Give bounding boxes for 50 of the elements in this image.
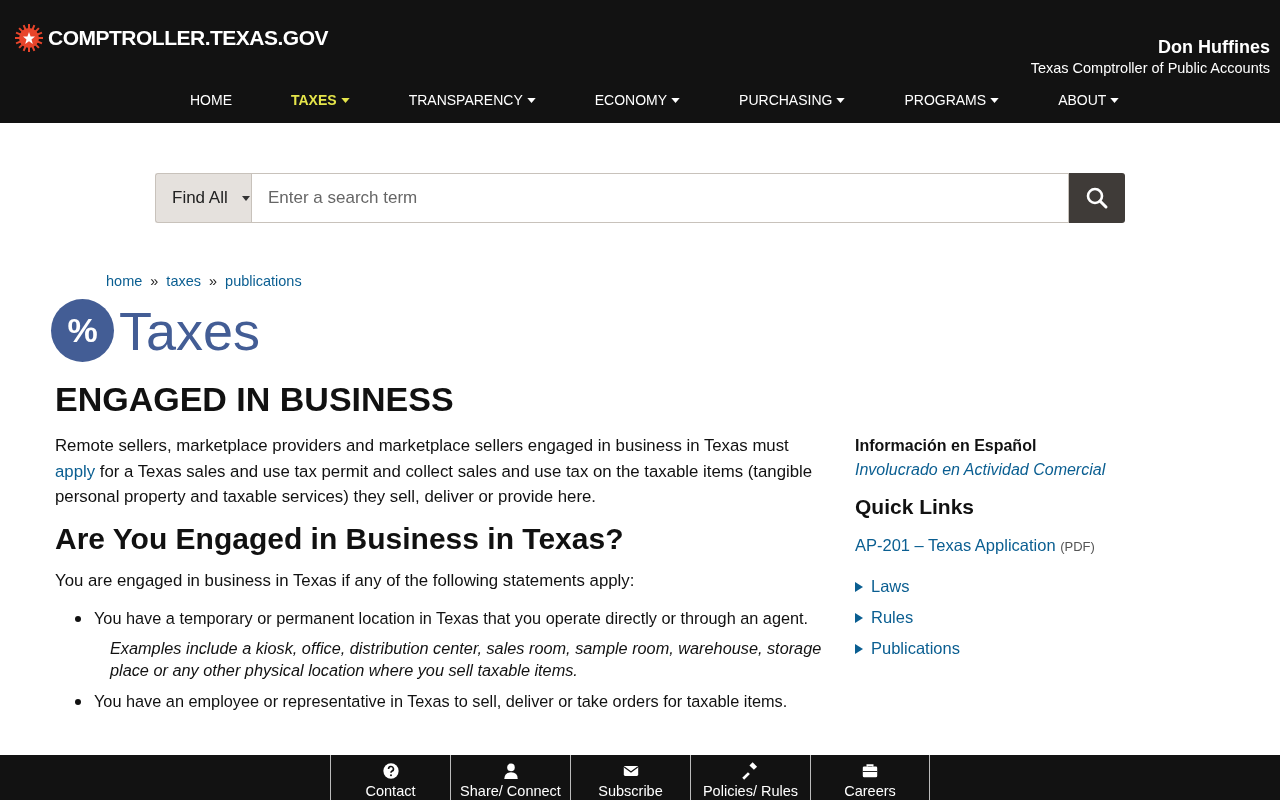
official-name: Don Huffines [1157,37,1270,58]
apply-link[interactable]: apply [55,461,96,481]
footer-link[interactable]: Careers [810,755,930,800]
section-heading: Are You Engaged in Business in Texas? [55,521,625,556]
percent-icon: % [51,299,114,362]
quick-links-heading: Quick Links [855,495,975,519]
example-text: Examples include a kiosk, office, distribution center, sales room, sample room, warehouse, storage place or any other physical location where you sell taxable items. [110,638,823,681]
nav-link[interactable]: TAXES [291,92,350,108]
gavel-icon [741,762,760,780]
site-logo[interactable]: COMPTROLLER.TEXAS.GOV [14,23,328,53]
footer-link[interactable]: Policies/ Rules [690,755,810,800]
spanish-link[interactable]: Involucrado en Actividad Comercial [855,461,1106,479]
page-heading: ENGAGED IN BUSINESS [55,380,455,419]
breadcrumb-link[interactable]: publications [225,273,302,289]
caret-icon [241,195,250,201]
expander-link[interactable]: Laws [855,577,910,596]
search-icon [1085,186,1109,210]
bullet-icon [75,699,81,705]
briefcase-icon [861,762,879,780]
footer-link[interactable]: Share/ Connect [450,755,570,800]
expander-link[interactable]: Rules [855,608,914,627]
breadcrumb-link[interactable]: home [106,273,143,289]
intro-paragraph: Remote sellers, marketplace providers and marketplace sellers engaged in business in Texas must apply for a Texas sales and use tax permit and collect sales and use tax on the taxable items (tangible personal property and taxable services) they sell, deliver or provide here. [55,435,814,508]
breadcrumb-separator: » [209,273,218,289]
bullet-icon [75,616,81,622]
footer-link[interactable]: Subscribe [570,755,690,800]
section-title: Taxes [119,299,261,362]
person-icon [501,762,520,780]
nav-link[interactable]: PURCHASING [739,92,846,108]
breadcrumb-link[interactable]: taxes [166,273,202,289]
search-button[interactable] [1069,173,1125,223]
question-icon [381,762,400,780]
search-scope-dropdown[interactable]: Find All [155,173,251,223]
official-title: Texas Comptroller of Public Accounts [1030,60,1270,76]
spanish-heading: Información en Español [855,437,1037,455]
breadcrumb-separator: » [150,273,159,289]
nav-link[interactable]: ABOUT [1058,92,1120,108]
list-item-text: You have a temporary or permanent location in Texas that you operate directly or through an agent. [94,608,810,629]
nav-link[interactable]: ECONOMY [594,92,681,108]
footer-link[interactable]: Contact [330,755,450,800]
lead-paragraph: You are engaged in business in Texas if any of the following statements apply: [55,569,636,592]
nav-link[interactable]: HOME [190,92,232,108]
search-field[interactable]: Enter a search term [251,173,1069,223]
star-burst-icon [14,23,44,53]
list-item-text: You have an employee or representative in Texas to sell, deliver or take orders for taxable items. [94,691,788,712]
nav-link[interactable]: PROGRAMS [904,92,1000,108]
document-link[interactable]: AP-201 – Texas Application [855,536,1056,554]
file-format: (PDF) [1060,539,1095,554]
expander-link[interactable]: Publications [855,639,960,658]
nav-link[interactable]: TRANSPARENCY [408,92,536,108]
